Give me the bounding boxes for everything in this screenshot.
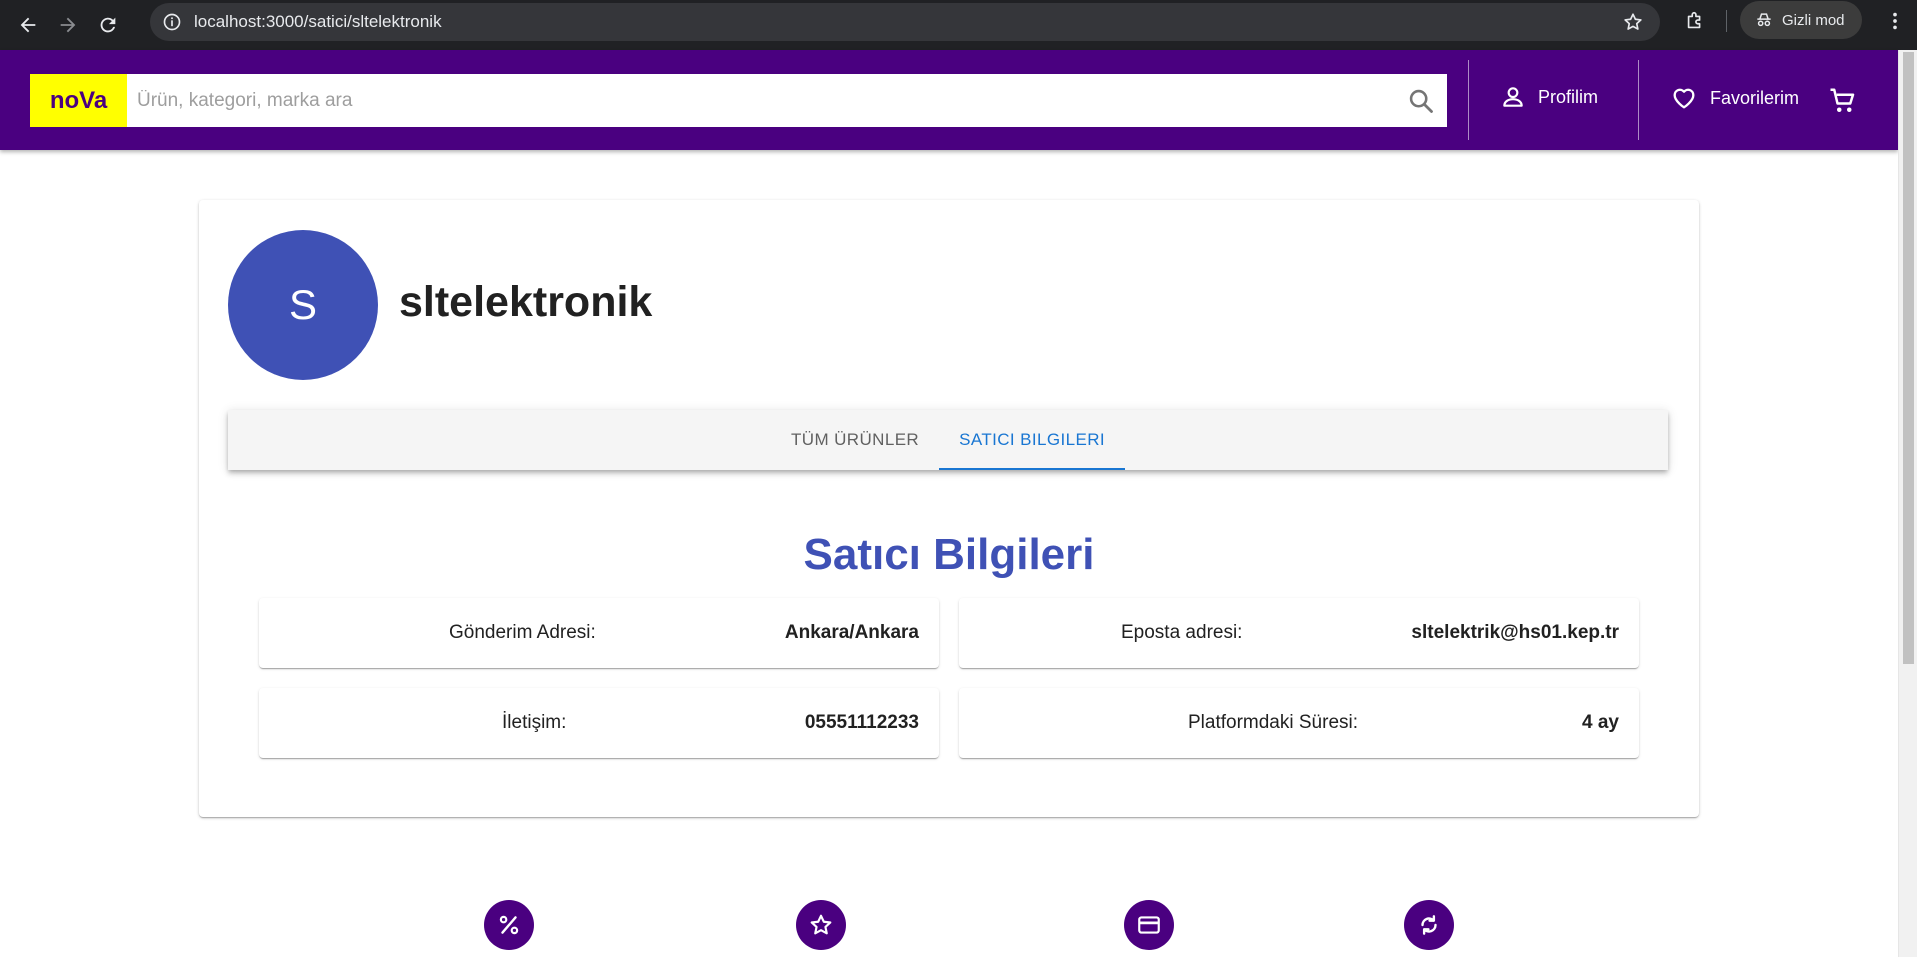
- info-value: 4 ay: [1582, 712, 1619, 733]
- seller-card: S sltelektronik TÜM ÜRÜNLER SATICI BILGI…: [199, 200, 1699, 817]
- search-input[interactable]: [137, 80, 1377, 121]
- seller-avatar: S: [228, 230, 378, 380]
- browser-menu-button[interactable]: [1880, 6, 1910, 36]
- address-bar[interactable]: localhost:3000/satici/sltelektronik: [150, 3, 1660, 41]
- favorites-link[interactable]: Favorilerim: [1670, 84, 1799, 112]
- percent-icon: [484, 900, 534, 950]
- tab-all-products[interactable]: TÜM ÜRÜNLER: [771, 410, 939, 470]
- forward-button[interactable]: [50, 7, 86, 43]
- more-vert-icon: [1893, 12, 1897, 30]
- extensions-button[interactable]: [1680, 6, 1710, 36]
- info-label: Eposta adresi:: [1121, 622, 1243, 643]
- scrollbar-thumb[interactable]: [1903, 52, 1914, 664]
- person-icon: [1503, 87, 1523, 107]
- seller-name: sltelektronik: [399, 278, 653, 326]
- header-divider: [1468, 60, 1469, 140]
- puzzle-icon: [1687, 11, 1701, 29]
- header-divider: [1638, 60, 1639, 140]
- arrow-right-icon: [60, 17, 76, 33]
- info-label: Platformdaki Süresi:: [1188, 712, 1359, 733]
- info-label: Gönderim Adresi:: [449, 622, 596, 643]
- url-text: localhost:3000/satici/sltelektronik: [194, 12, 442, 31]
- profile-label: Profilim: [1538, 86, 1599, 107]
- search-bar: [127, 74, 1447, 127]
- logo[interactable]: noVa: [30, 74, 127, 127]
- refresh-icon: [1404, 900, 1454, 950]
- cart-icon[interactable]: [1828, 86, 1858, 116]
- info-value: sltelektrik@hs01.kep.tr: [1411, 622, 1619, 643]
- info-card-shipping-address: Gönderim Adresi: Ankara/Ankara: [259, 598, 939, 668]
- info-value: Ankara/Ankara: [784, 622, 919, 643]
- toolbar-divider: [1726, 10, 1727, 32]
- arrow-left-icon: [20, 17, 36, 33]
- reload-icon: [100, 17, 116, 33]
- seller-tabs: TÜM ÜRÜNLER SATICI BILGILERI: [228, 410, 1668, 470]
- app-header: noVa Profilim Favorilerim: [0, 50, 1898, 150]
- search-icon[interactable]: [1407, 87, 1435, 115]
- incognito-label: Gizli mod: [1782, 11, 1845, 29]
- reload-button[interactable]: [90, 7, 126, 43]
- info-card-email: Eposta adresi: sltelektrik@hs01.kep.tr: [959, 598, 1639, 668]
- incognito-icon: [1757, 13, 1771, 27]
- bookmark-star-icon[interactable]: [1622, 11, 1644, 38]
- browser-toolbar: localhost:3000/satici/sltelektronik Gizl…: [0, 0, 1917, 50]
- heart-icon: [1673, 88, 1695, 109]
- tab-seller-info[interactable]: SATICI BILGILERI: [939, 410, 1125, 470]
- incognito-badge[interactable]: Gizli mod: [1740, 1, 1862, 39]
- profile-link[interactable]: Profilim: [1500, 84, 1598, 110]
- page-scrollbar[interactable]: [1898, 50, 1917, 957]
- credit-card-icon: [1124, 900, 1174, 950]
- favorites-label: Favorilerim: [1710, 87, 1800, 108]
- info-value: 05551112233: [804, 712, 919, 733]
- info-card-platform-duration: Platformdaki Süresi: 4 ay: [959, 688, 1639, 758]
- section-title: Satıcı Bilgileri: [803, 530, 1095, 579]
- info-card-contact: İletişim: 05551112233: [259, 688, 939, 758]
- site-info-icon[interactable]: [160, 10, 184, 34]
- back-button[interactable]: [10, 7, 46, 43]
- info-label: İletişim:: [502, 712, 567, 733]
- star-icon: [796, 900, 846, 950]
